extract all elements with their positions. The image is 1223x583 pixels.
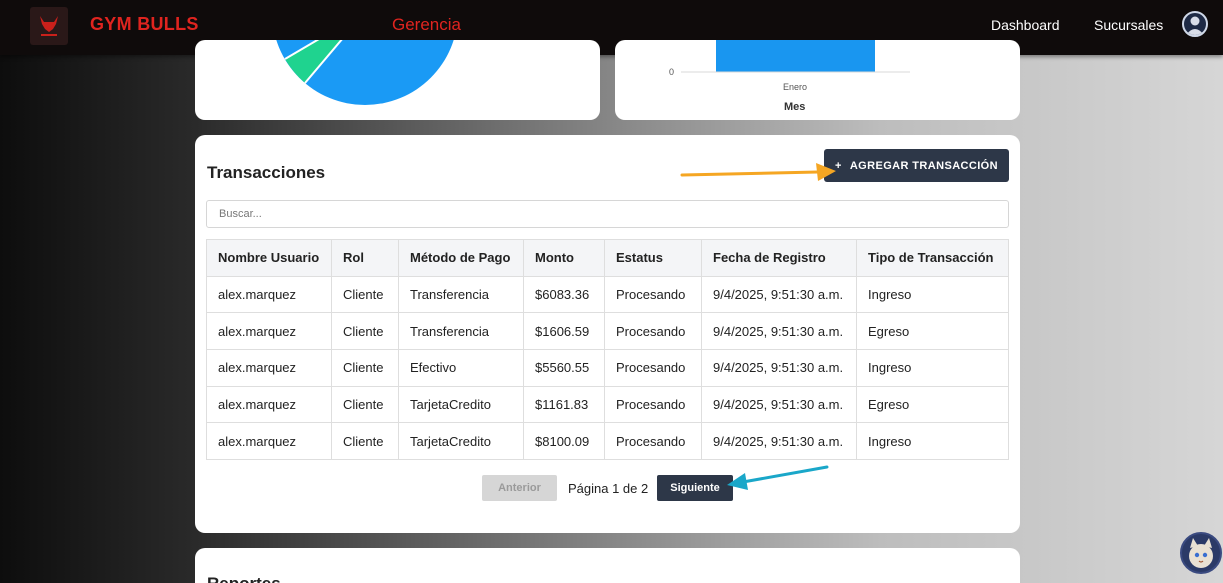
x-tick-label: Enero <box>783 82 808 92</box>
cell-nombre-usuario: alex.marquez <box>206 385 332 424</box>
cell-tipo-transaccion: Ingreso <box>856 275 1009 314</box>
cell-monto: $5560.55 <box>523 349 605 387</box>
cell-tipo-transaccion: Egreso <box>856 385 1009 424</box>
bar-chart-card: 0 Enero Mes <box>615 40 1020 120</box>
user-avatar-icon[interactable] <box>1182 11 1208 37</box>
transactions-card: Transacciones + AGREGAR TRANSACCIÓN Nomb… <box>195 135 1020 533</box>
cell-metodo-pago: Transferencia <box>398 275 524 314</box>
transactions-table-body: alex.marquez Cliente Transferencia $6083.36… <box>206 275 1009 461</box>
col-rol[interactable]: Rol <box>331 239 399 277</box>
reports-card: Reportes <box>195 548 1020 583</box>
cell-rol: Cliente <box>331 312 399 351</box>
table-row[interactable]: alex.marquez Cliente TarjetaCredito $1161.8… <box>206 385 1009 424</box>
transactions-title: Transacciones <box>207 163 326 182</box>
cell-metodo-pago: TarjetaCredito <box>398 385 524 424</box>
table-row[interactable]: alex.marquez Cliente Transferencia $6083.36… <box>206 275 1009 314</box>
cell-fecha-registro: 9/4/2025, 9:51:30 a.m. <box>701 275 857 314</box>
cell-rol: Cliente <box>331 385 399 424</box>
gym-bulls-logo[interactable] <box>30 7 68 45</box>
bar-enero <box>716 40 875 72</box>
cell-tipo-transaccion: Egreso <box>856 312 1009 351</box>
col-tipo-transaccion[interactable]: Tipo de Transacción <box>856 239 1009 277</box>
x-axis-title: Mes <box>784 101 806 113</box>
cell-monto: $6083.36 <box>523 275 605 314</box>
bull-icon <box>40 16 58 36</box>
cell-nombre-usuario: alex.marquez <box>206 349 332 387</box>
nav-sucursales-link[interactable]: Sucursales <box>1094 17 1163 33</box>
top-navbar: GYM BULLS Gerencia Dashboard Sucursales <box>0 0 1223 55</box>
cell-estatus: Procesando <box>604 349 702 387</box>
blue-arrow-icon <box>727 465 829 490</box>
cell-nombre-usuario: alex.marquez <box>206 275 332 314</box>
table-header-row: Nombre Usuario Rol Método de Pago Monto … <box>206 239 1009 277</box>
cell-estatus: Procesando <box>604 312 702 351</box>
search-input[interactable] <box>206 200 1009 228</box>
cell-fecha-registro: 9/4/2025, 9:51:30 a.m. <box>701 422 857 461</box>
cell-estatus: Procesando <box>604 275 702 314</box>
cell-rol: Cliente <box>331 275 399 314</box>
col-estatus[interactable]: Estatus <box>604 239 702 277</box>
col-metodo-pago[interactable]: Método de Pago <box>398 239 524 277</box>
cell-nombre-usuario: alex.marquez <box>206 312 332 351</box>
table-row[interactable]: alex.marquez Cliente Efectivo $5560.55 Proce… <box>206 349 1009 387</box>
orange-arrow-icon <box>680 163 836 181</box>
brand-name[interactable]: GYM BULLS <box>90 14 199 35</box>
cell-estatus: Procesando <box>604 385 702 424</box>
col-nombre-usuario[interactable]: Nombre Usuario <box>206 239 332 277</box>
cell-rol: Cliente <box>331 422 399 461</box>
reports-title: Reportes <box>207 574 281 583</box>
y-tick-label: 0 <box>669 67 675 77</box>
col-monto[interactable]: Monto <box>523 239 605 277</box>
table-row[interactable]: alex.marquez Cliente Transferencia $1606.59… <box>206 312 1009 351</box>
next-page-button[interactable]: Siguiente <box>657 475 733 501</box>
cell-fecha-registro: 9/4/2025, 9:51:30 a.m. <box>701 385 857 424</box>
bar-chart <box>681 40 910 73</box>
cell-tipo-transaccion: Ingreso <box>856 422 1009 461</box>
cell-monto: $1606.59 <box>523 312 605 351</box>
page-indicator: Página 1 de 2 <box>568 481 649 496</box>
nav-dashboard-link[interactable]: Dashboard <box>991 17 1060 33</box>
add-transaction-button[interactable]: + AGREGAR TRANSACCIÓN <box>824 149 1009 182</box>
cell-fecha-registro: 9/4/2025, 9:51:30 a.m. <box>701 349 857 387</box>
col-fecha-registro[interactable]: Fecha de Registro <box>701 239 857 277</box>
cell-metodo-pago: Transferencia <box>398 312 524 351</box>
cell-monto: $8100.09 <box>523 422 605 461</box>
previous-page-button[interactable]: Anterior <box>482 475 557 501</box>
cell-nombre-usuario: alex.marquez <box>206 422 332 461</box>
pie-chart-card <box>195 40 600 120</box>
cell-fecha-registro: 9/4/2025, 9:51:30 a.m. <box>701 312 857 351</box>
cell-tipo-transaccion: Ingreso <box>856 349 1009 387</box>
assistant-avatar-icon[interactable] <box>1180 532 1222 574</box>
section-title: Gerencia <box>392 15 461 34</box>
cell-monto: $1161.83 <box>523 385 605 424</box>
cell-rol: Cliente <box>331 349 399 387</box>
table-row[interactable]: alex.marquez Cliente TarjetaCredito $8100.0… <box>206 422 1009 461</box>
pie-chart <box>276 40 454 105</box>
cell-metodo-pago: TarjetaCredito <box>398 422 524 461</box>
add-transaction-label: AGREGAR TRANSACCIÓN <box>849 159 998 172</box>
transactions-table: Nombre Usuario Rol Método de Pago Monto … <box>206 239 1009 461</box>
cell-estatus: Procesando <box>604 422 702 461</box>
cell-metodo-pago: Efectivo <box>398 349 524 387</box>
